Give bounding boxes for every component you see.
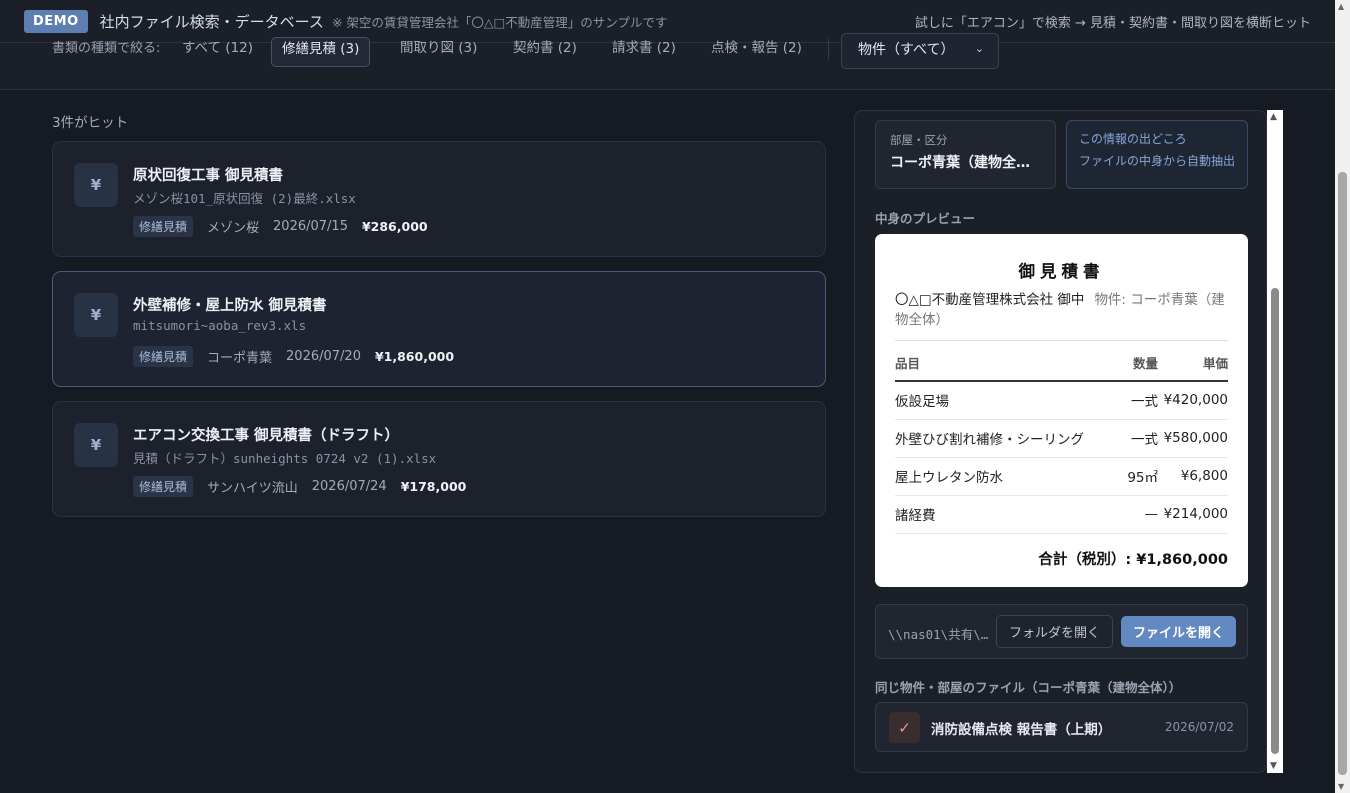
filter-label: 書類の種類で絞る:: [52, 41, 161, 56]
source-info[interactable]: この情報の出どころ ファイルの中身から自動抽出: [1066, 120, 1248, 189]
panel-scroll-thumb[interactable]: [1271, 288, 1279, 754]
page-scroll-up-icon[interactable]: ▲: [1338, 2, 1344, 11]
col-item: 品目: [895, 353, 1103, 382]
result-filename: メゾン桜101_原状回復 (2)最終.xlsx: [133, 191, 356, 206]
yen-icon: ¥: [74, 423, 118, 467]
row-qty: —: [1103, 495, 1158, 534]
filter-chip-contract[interactable]: 契約書 (2): [503, 37, 587, 67]
result-card[interactable]: ¥ 原状回復工事 御見積書 メゾン桜101_原状回復 (2)最終.xlsx 修繕…: [52, 141, 826, 257]
row-qty: 一式: [1103, 381, 1158, 420]
result-title: 外壁補修・屋上防水 御見積書: [133, 298, 327, 314]
yen-icon: ¥: [74, 163, 118, 207]
page-scrollbar[interactable]: ▲ ▼: [1335, 0, 1350, 793]
col-price: 単価: [1158, 353, 1228, 382]
doc-type-tag: 修繕見積: [133, 476, 194, 497]
scroll-down-arrow-icon[interactable]: ▼: [1270, 761, 1277, 771]
result-meta: 修繕見積 サンハイツ流山 2026/07/24 ¥178,000: [133, 476, 466, 497]
property-select-value: 物件（すべて）: [858, 42, 955, 58]
panel-scrollbar[interactable]: ▲ ▼: [1267, 110, 1283, 773]
row-item: 外壁ひび割れ補修・シーリング: [895, 419, 1103, 458]
filter-divider: [828, 39, 829, 59]
file-path: \\nas01\共有\物件\コーポ青葉\見積\mitsumori~aoba_re…: [888, 627, 992, 642]
result-property: コーポ青葉: [207, 351, 273, 366]
source-label: この情報の出どころ: [1079, 132, 1187, 146]
filter-chip-all[interactable]: すべて (12): [172, 37, 263, 67]
preview-total: 合計（税別）: ¥1,860,000: [1038, 551, 1228, 568]
result-card[interactable]: ¥ エアコン交換工事 御見積書（ドラフト） 見積（ドラフト）sunheights…: [52, 401, 826, 517]
filter-chip-inspection[interactable]: 点検・報告 (2): [701, 37, 812, 67]
row-price: ¥214,000: [1158, 495, 1228, 534]
table-row: 諸経費 — ¥214,000: [895, 495, 1228, 534]
check-icon: ✓: [889, 712, 920, 743]
table-row: 外壁ひび割れ補修・シーリング 一式 ¥580,000: [895, 419, 1228, 458]
result-amount: ¥1,860,000: [374, 349, 455, 364]
preview-doc-title: 御見積書: [1018, 262, 1105, 281]
result-amount: ¥178,000: [400, 479, 467, 494]
room-value: コーポ青葉（建物全体）: [890, 155, 1041, 171]
document-preview: 御見積書 〇△□不動産管理株式会社 御中 物件: コーポ青葉（建物全体） 品目 数…: [875, 234, 1248, 587]
chevron-down-icon: ⌄: [974, 42, 984, 55]
related-label: 同じ物件・部屋のファイル（コーポ青葉（建物全体））: [875, 680, 1182, 695]
preview-addressee: 〇△□不動産管理株式会社 御中: [895, 292, 1085, 308]
search-hint: 試しに「エアコン」で検索 → 見積・契約書・間取り図を横断ヒット: [914, 15, 1311, 31]
result-filename: 見積（ドラフト）sunheights 0724 v2 (1).xlsx: [133, 451, 437, 466]
filter-chip-repair-estimate[interactable]: 修繕見積 (3): [271, 37, 371, 67]
result-property: メゾン桜: [207, 221, 260, 236]
preview-recipient: 〇△□不動産管理株式会社 御中 物件: コーポ青葉（建物全体）: [895, 290, 1228, 330]
table-row: 屋上ウレタン防水 95㎡ ¥6,800: [895, 457, 1228, 496]
result-amount: ¥286,000: [361, 219, 428, 234]
row-qty: 一式: [1103, 419, 1158, 458]
room-info: 部屋・区分 コーポ青葉（建物全体）: [875, 120, 1056, 189]
related-file-item[interactable]: ✓ 消防設備点検 報告書（上期） 2026/07/02: [875, 702, 1248, 752]
room-label: 部屋・区分: [890, 133, 948, 147]
filter-chip-floor-plan[interactable]: 間取り図 (3): [390, 37, 487, 67]
result-date: 2026/07/15: [273, 219, 348, 234]
doc-type-tag: 修繕見積: [133, 216, 194, 237]
row-item: 屋上ウレタン防水: [895, 457, 1103, 496]
related-title: 消防設備点検 報告書（上期）: [931, 722, 1112, 738]
row-price: ¥580,000: [1158, 419, 1228, 458]
col-qty: 数量: [1103, 353, 1158, 382]
doc-type-tag: 修繕見積: [133, 346, 194, 367]
row-item: 仮設足場: [895, 381, 1103, 420]
preview-table: 品目 数量 単価 仮設足場 一式 ¥420,000 外壁ひび割れ補修・シーリング…: [895, 353, 1228, 534]
result-filename: mitsumori~aoba_rev3.xls: [133, 318, 307, 333]
page-scroll-down-icon[interactable]: ▼: [1338, 782, 1344, 791]
result-title: エアコン交換工事 御見積書（ドラフト）: [133, 428, 400, 444]
row-price: ¥6,800: [1158, 457, 1228, 496]
result-title: 原状回復工事 御見積書: [133, 168, 284, 184]
related-date: 2026/07/02: [1164, 720, 1234, 734]
hit-count: 3件がヒット: [52, 115, 129, 131]
open-folder-button[interactable]: フォルダを開く: [996, 615, 1113, 648]
filter-chip-invoice[interactable]: 請求書 (2): [602, 37, 686, 67]
result-card-selected[interactable]: ¥ 外壁補修・屋上防水 御見積書 mitsumori~aoba_rev3.xls…: [52, 271, 826, 387]
row-item: 諸経費: [895, 495, 1103, 534]
page-scroll-thumb[interactable]: [1338, 172, 1347, 775]
app-subtitle: ※ 架空の賃貸管理会社「〇△□不動産管理」のサンプルです: [331, 14, 668, 30]
row-price: ¥420,000: [1158, 381, 1228, 420]
preview-label: 中身のプレビュー: [875, 211, 976, 226]
open-file-button[interactable]: ファイルを開く: [1121, 616, 1236, 647]
result-property: サンハイツ流山: [207, 481, 298, 496]
app-title: 社内ファイル検索・データベース: [99, 12, 324, 31]
demo-badge: DEMO: [24, 9, 88, 33]
yen-icon: ¥: [74, 293, 118, 337]
result-date: 2026/07/20: [286, 349, 361, 364]
table-row: 仮設足場 一式 ¥420,000: [895, 381, 1228, 420]
scroll-up-arrow-icon[interactable]: ▲: [1270, 112, 1277, 122]
property-select[interactable]: 物件（すべて） ⌄: [841, 33, 999, 69]
preview-divider: [895, 340, 1228, 341]
row-qty: 95㎡: [1103, 457, 1158, 496]
filter-bar: 書類の種類で絞る: すべて (12) 修繕見積 (3) 間取り図 (3) 契約書…: [0, 33, 1335, 90]
detail-panel: 部屋・区分 コーポ青葉（建物全体） この情報の出どころ ファイルの中身から自動抽…: [854, 110, 1267, 773]
result-meta: 修繕見積 コーポ青葉 2026/07/20 ¥1,860,000: [133, 346, 454, 367]
result-date: 2026/07/24: [311, 479, 387, 494]
source-value: ファイルの中身から自動抽出: [1079, 154, 1236, 168]
result-meta: 修繕見積 メゾン桜 2026/07/15 ¥286,000: [133, 216, 428, 237]
file-path-bar: \\nas01\共有\物件\コーポ青葉\見積\mitsumori~aoba_re…: [875, 604, 1248, 659]
